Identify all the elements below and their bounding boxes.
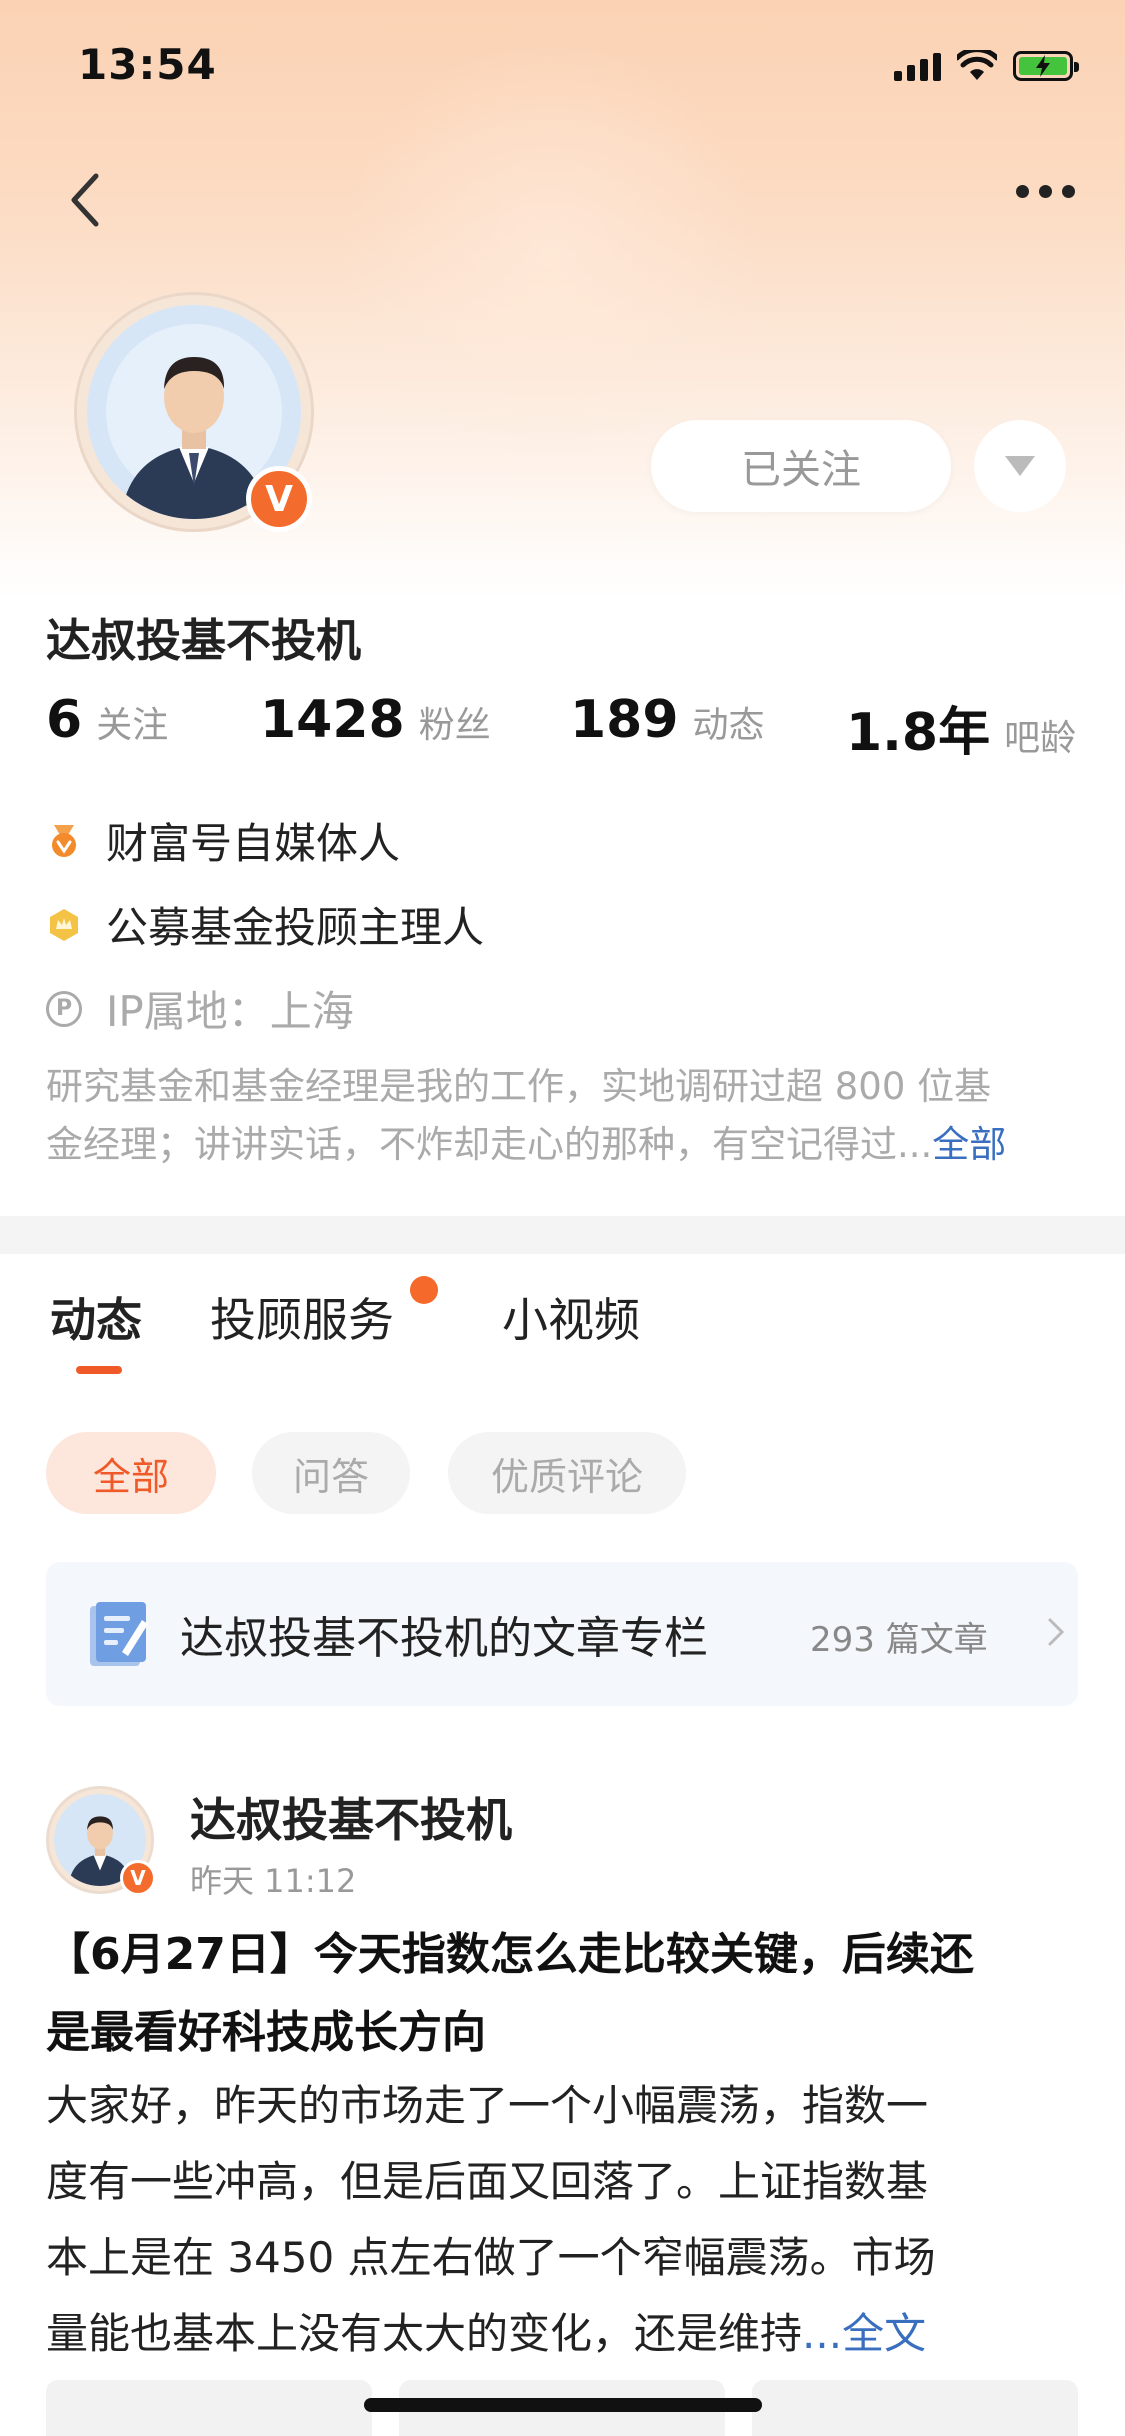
- document-icon: [90, 1602, 148, 1666]
- post-ellipsis: ...: [802, 2309, 843, 2358]
- post-title-line: 【6月27日】今天指数怎么走比较关键，后续还: [46, 1929, 974, 1980]
- post-body-line: 度有一些冲高，但是后面又回落了。上证指数基: [46, 2157, 929, 2206]
- stat-value: 1428: [260, 690, 405, 750]
- post-title-line: 是最看好科技成长方向: [46, 2007, 486, 2058]
- stat-value: 1.8年: [846, 703, 991, 763]
- stat-label: 吧龄: [1004, 718, 1077, 759]
- post-author-name[interactable]: 达叔投基不投机: [190, 1784, 512, 1850]
- battery-charging-icon: [1013, 51, 1079, 81]
- post-verified-badge: V: [120, 1860, 156, 1896]
- wifi-icon: [957, 50, 997, 80]
- tag-text: 公募基金投顾主理人: [106, 903, 485, 952]
- stat-following[interactable]: 6 关注: [46, 690, 168, 750]
- chevron-right-icon: [1048, 1618, 1065, 1646]
- bio-line: 金经理；讲讲实话，不炸却走心的那种，有空记得过...: [46, 1123, 933, 1166]
- more-dot: [1016, 185, 1029, 198]
- home-indicator: [364, 2398, 762, 2412]
- profile-stats: 6 关注 1428 粉丝 189 动态 1.8年 吧龄: [46, 690, 1086, 763]
- stat-value: 6: [46, 690, 83, 750]
- more-dot: [1039, 185, 1052, 198]
- stat-fans[interactable]: 1428 粉丝: [260, 690, 491, 750]
- article-column-card[interactable]: 达叔投基不投机的文章专栏 293 篇文章: [46, 1562, 1078, 1706]
- more-dot: [1062, 185, 1075, 198]
- stat-label: 粉丝: [418, 705, 491, 746]
- tab-short-video[interactable]: 小视频: [502, 1284, 640, 1350]
- stat-bar-age: 1.8年 吧龄: [846, 690, 1076, 765]
- status-icons: [894, 50, 1079, 82]
- status-time: 13:54: [78, 40, 217, 89]
- ip-location-text: IP属地：上海: [106, 987, 354, 1036]
- triangle-down-icon: [1005, 456, 1035, 476]
- post-thumbnail[interactable]: [46, 2380, 372, 2436]
- active-tab-indicator: [76, 1366, 122, 1374]
- bio-expand-link[interactable]: 全部: [932, 1123, 1006, 1166]
- post-read-more-link[interactable]: 全文: [842, 2309, 926, 2358]
- tab-advisory-service[interactable]: 投顾服务: [210, 1284, 394, 1350]
- post-body[interactable]: 大家好，昨天的市场走了一个小幅震荡，指数一 度有一些冲高，但是后面又回落了。上证…: [46, 2068, 1086, 2372]
- section-divider: [0, 1216, 1125, 1254]
- post-thumbnail[interactable]: [752, 2380, 1078, 2436]
- post-body-line: 量能也基本上没有太大的变化，还是维持: [46, 2309, 803, 2358]
- follow-dropdown-button[interactable]: [974, 420, 1066, 512]
- post-timestamp: 昨天 11:12: [190, 1862, 357, 1900]
- column-article-count: 293 篇文章: [810, 1620, 988, 1660]
- more-button[interactable]: [1016, 185, 1075, 198]
- profile-name: 达叔投基不投机: [46, 614, 362, 667]
- filter-chip-all[interactable]: 全部: [46, 1432, 216, 1514]
- post-body-line: 本上是在 3450 点左右做了一个窄幅震荡。市场: [46, 2233, 936, 2282]
- tag-text: 财富号自媒体人: [106, 819, 401, 868]
- verified-badge: V: [246, 466, 312, 532]
- header-glow: [340, 40, 760, 460]
- filter-chip-quality-comments[interactable]: 优质评论: [448, 1432, 686, 1514]
- back-button[interactable]: [62, 170, 112, 230]
- notification-dot: [410, 1276, 438, 1304]
- tag-row-advisor: 公募基金投顾主理人: [46, 894, 484, 955]
- orange-medal-icon: [52, 824, 76, 857]
- bio-line: 研究基金和基金经理是我的工作，实地调研过超 800 位基: [46, 1065, 992, 1108]
- ip-location-row: P IP属地：上海: [46, 978, 354, 1039]
- tab-posts[interactable]: 动态: [50, 1284, 142, 1350]
- tag-row-media: 财富号自媒体人: [46, 810, 400, 871]
- filter-chip-qa[interactable]: 问答: [252, 1432, 410, 1514]
- profile-bio: 研究基金和基金经理是我的工作，实地调研过超 800 位基 金经理；讲讲实话，不炸…: [46, 1058, 1076, 1174]
- stat-label: 动态: [692, 705, 765, 746]
- post-body-line: 大家好，昨天的市场走了一个小幅震荡，指数一: [46, 2081, 929, 2130]
- gold-crown-badge-icon: [50, 908, 78, 941]
- content-tabs: 动态 投顾服务 小视频: [0, 1284, 1125, 1384]
- following-button[interactable]: 已关注: [651, 420, 951, 512]
- stat-label: 关注: [96, 705, 169, 746]
- signal-icon: [894, 51, 941, 81]
- p-circle-icon: P: [46, 990, 82, 1027]
- post-title[interactable]: 【6月27日】今天指数怎么走比较关键，后续还 是最看好科技成长方向: [46, 1916, 1086, 2072]
- column-title: 达叔投基不投机的文章专栏: [180, 1613, 708, 1664]
- stat-posts[interactable]: 189 动态: [570, 690, 765, 750]
- stat-value: 189: [570, 690, 679, 750]
